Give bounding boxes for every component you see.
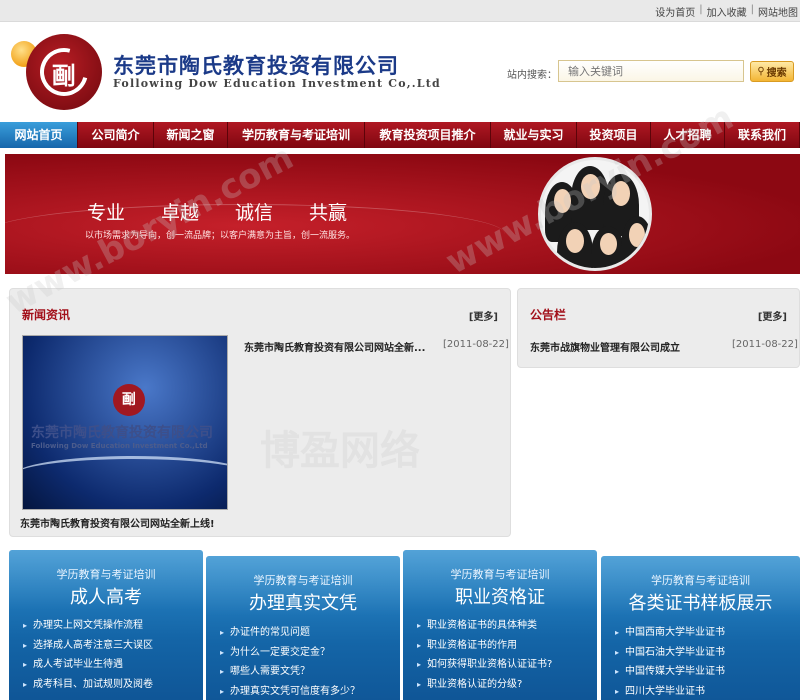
search-button[interactable]: ⚲ 搜索: [750, 61, 794, 82]
news-item-date: [2011-08-22]: [443, 339, 509, 350]
feature-link[interactable]: 为什么一定要交定金？: [220, 643, 360, 663]
feature-link[interactable]: 职业资格证书的作用: [417, 636, 552, 656]
thumb-company-name-en: Following Dow Education Investment Co.,L…: [31, 442, 208, 450]
feature-link[interactable]: 中国西南大学毕业证书: [615, 623, 725, 643]
company-name-en: Following Dow Education Investment Co,.L…: [113, 77, 441, 90]
feature-subtitle: 学历教育与考证培训: [651, 574, 750, 587]
feature-link[interactable]: 办理实上网文凭操作流程: [23, 616, 153, 636]
search-icon: ⚲: [757, 66, 765, 77]
feature-subtitle: 学历教育与考证培训: [253, 574, 353, 587]
feature-link-list: 办理实上网文凭操作流程 选择成人高考注意三大误区 成人考试毕业生待遇 成考科目、…: [23, 616, 153, 694]
news-more-link[interactable]: [更多]: [469, 308, 498, 323]
feature-link[interactable]: 四川大学毕业证书: [615, 682, 725, 700]
feature-link[interactable]: 中国传媒大学毕业证书: [615, 662, 725, 682]
feature-link[interactable]: 职业资格认证的分级?: [417, 675, 552, 695]
slogan: 诚信: [235, 202, 274, 224]
feature-link[interactable]: 办证件的常见问题: [220, 623, 360, 643]
nav-item-home[interactable]: 网站首页: [0, 122, 78, 148]
top-links: 设为首页 | 加入收藏 | 网站地图: [655, 4, 798, 19]
news-panel: 新闻资讯 [更多] 㓰 东莞市陶氏教育投资有限公司 Following Dow …: [9, 288, 511, 537]
company-name-cn: 东莞市陶氏教育投资有限公司: [113, 53, 399, 78]
nav-item-education-training[interactable]: 学历教育与考证培训: [228, 122, 365, 148]
feature-link[interactable]: 哪些人需要文凭？: [220, 662, 360, 682]
nav-item-employment[interactable]: 就业与实习: [491, 122, 577, 148]
feature-subtitle: 学历教育与考证培训: [450, 568, 550, 581]
feature-link[interactable]: 成考科目、加试规则及阅卷: [23, 675, 153, 695]
feature-link-list: 办证件的常见问题 为什么一定要交定金？ 哪些人需要文凭？ 办理真实文凭可信度有多…: [220, 623, 360, 700]
feature-link-list: 职业资格证书的具体种类 职业资格证书的作用 如何获得职业资格认证证书? 职业资格…: [417, 616, 552, 694]
search-label: 站内搜索：: [507, 70, 557, 81]
feature-card-diploma[interactable]: 学历教育与考证培训 办理真实文凭 办证件的常见问题 为什么一定要交定金？ 哪些人…: [206, 556, 400, 700]
slogan: 共赢: [309, 202, 348, 224]
nav-item-recruitment[interactable]: 人才招聘: [651, 122, 725, 148]
thumb-light-streak: [23, 456, 227, 496]
thumb-company-name-cn: 东莞市陶氏教育投资有限公司: [31, 425, 213, 441]
nav-item-contact[interactable]: 联系我们: [725, 122, 800, 148]
feature-link[interactable]: 成人考试毕业生待遇: [23, 655, 153, 675]
feature-card-certificate-samples[interactable]: 学历教育与考证培训 各类证书样板展示 中国西南大学毕业证书 中国石油大学毕业证书…: [601, 556, 800, 700]
feature-subtitle: 学历教育与考证培训: [56, 568, 156, 581]
feature-link-list: 中国西南大学毕业证书 中国石油大学毕业证书 中国传媒大学毕业证书 四川大学毕业证…: [615, 623, 725, 700]
banner-slogans: 专业 卓越 诚信 共赢: [87, 198, 347, 225]
feature-link[interactable]: 中国石油大学毕业证书: [615, 643, 725, 663]
nav-item-news[interactable]: 新闻之窗: [154, 122, 228, 148]
feature-title: 办理真实文凭: [249, 593, 357, 614]
hero-banner: 专业 卓越 诚信 共赢 以市场需求为导向，创一流品牌；以客户满意为主旨，创一流服…: [5, 154, 800, 274]
set-homepage-link[interactable]: 设为首页: [655, 4, 695, 19]
top-utility-bar: 设为首页 | 加入收藏 | 网站地图: [0, 0, 800, 22]
feature-title: 职业资格证: [455, 587, 545, 608]
nav-item-investment[interactable]: 投资项目: [577, 122, 651, 148]
nav-item-investment-projects-promo[interactable]: 教育投资项目推介: [365, 122, 491, 148]
news-panel-title: 新闻资讯: [22, 308, 71, 322]
feature-title: 各类证书样板展示: [628, 593, 773, 614]
feature-card-vocational-cert[interactable]: 学历教育与考证培训 职业资格证 职业资格证书的具体种类 职业资格证书的作用 如何…: [403, 550, 597, 700]
feature-link[interactable]: 选择成人高考注意三大误区: [23, 636, 153, 656]
feature-link[interactable]: 办理真实文凭可信度有多少？: [220, 682, 360, 700]
notice-panel-title: 公告栏: [530, 308, 567, 322]
news-item-title[interactable]: 东莞市陶氏教育投资有限公司网站全新...: [244, 339, 425, 354]
company-logo[interactable]: 㓰: [26, 34, 102, 110]
banner-subtitle: 以市场需求为导向，创一流品牌；以客户满意为主旨，创一流服务。: [85, 231, 356, 241]
sitemap-link[interactable]: 网站地图: [758, 4, 798, 19]
add-favorite-link[interactable]: 加入收藏: [707, 4, 747, 19]
search-input[interactable]: [558, 60, 744, 82]
feature-link[interactable]: 职业资格证书的具体种类: [417, 616, 552, 636]
thumb-logo: 㓰: [113, 384, 145, 416]
link-separator: |: [699, 4, 703, 15]
link-separator: |: [750, 4, 754, 15]
news-thumb-caption[interactable]: 东莞市陶氏教育投资有限公司网站全新上线!: [20, 515, 215, 530]
feature-link[interactable]: 如何获得职业资格认证证书?: [417, 655, 552, 675]
feature-card-adult-exam[interactable]: 学历教育与考证培训 成人高考 办理实上网文凭操作流程 选择成人高考注意三大误区 …: [9, 550, 203, 700]
main-nav: 网站首页 公司简介 新闻之窗 学历教育与考证培训 教育投资项目推介 就业与实习 …: [0, 122, 800, 148]
notice-item-date: [2011-08-22]: [732, 339, 798, 350]
slogan: 卓越: [161, 202, 200, 224]
notice-item-title[interactable]: 东莞市战旗物业管理有限公司成立: [530, 339, 680, 354]
site-header: 㓰 东莞市陶氏教育投资有限公司 Following Dow Education …: [0, 22, 800, 122]
search-button-label: 搜索: [766, 68, 787, 79]
logo-glyph: 㓰: [52, 61, 76, 90]
feature-title: 成人高考: [70, 587, 142, 608]
team-photo: [538, 157, 652, 271]
news-thumbnail[interactable]: 㓰 东莞市陶氏教育投资有限公司 Following Dow Education …: [22, 335, 228, 510]
nav-item-about[interactable]: 公司简介: [78, 122, 154, 148]
notice-more-link[interactable]: [更多]: [758, 308, 787, 323]
person-figure: [621, 216, 649, 268]
notice-panel: 公告栏 [更多] 东莞市战旗物业管理有限公司成立 [2011-08-22]: [517, 288, 800, 368]
slogan: 专业: [87, 202, 126, 224]
